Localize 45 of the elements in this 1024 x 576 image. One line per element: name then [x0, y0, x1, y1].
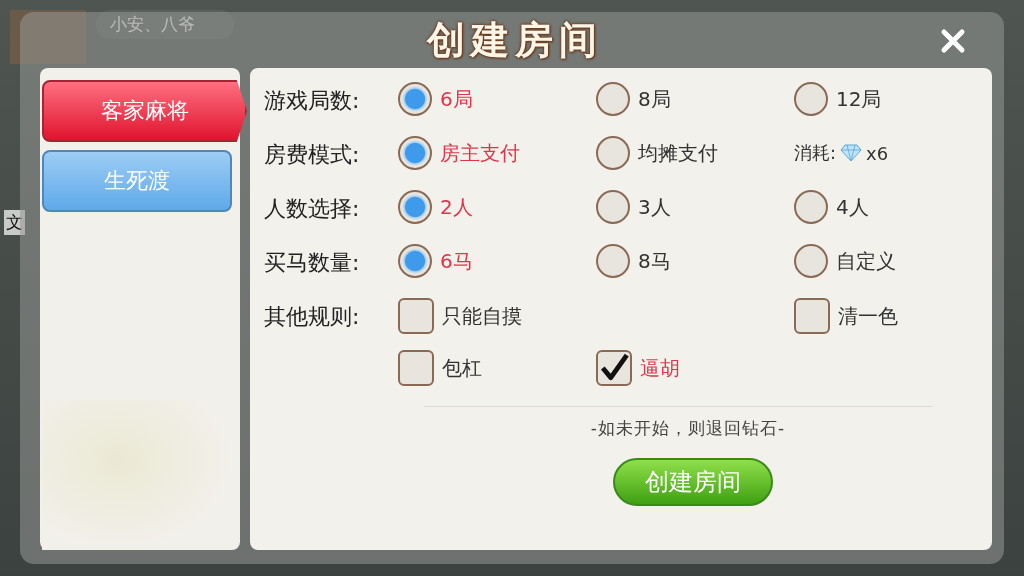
option-label: 逼胡	[640, 354, 680, 382]
diamond-icon	[840, 144, 863, 162]
rule-label: 房费模式:	[264, 141, 361, 169]
radio-button[interactable]	[596, 244, 630, 278]
radio-button[interactable]	[596, 136, 630, 170]
option-label: 6马	[440, 247, 473, 275]
game-tab[interactable]: 客家麻将	[42, 80, 247, 142]
option-label: 8马	[638, 247, 671, 275]
checkbox[interactable]	[398, 350, 434, 386]
option-label: 12局	[836, 85, 882, 113]
option-label: 均摊支付	[638, 139, 718, 167]
option-label: 3人	[638, 193, 671, 221]
radio-button[interactable]	[596, 82, 630, 116]
option-label: 清一色	[838, 302, 898, 330]
checkbox[interactable]	[794, 298, 830, 334]
option-label: 4人	[836, 193, 869, 221]
rule-label: 其他规则:	[264, 303, 361, 331]
cost-amount: x6	[866, 142, 889, 164]
option-label: 包杠	[442, 354, 482, 382]
rule-label: 游戏局数:	[264, 87, 361, 115]
option-label: 8局	[638, 85, 671, 113]
rule-label: 买马数量:	[264, 249, 361, 277]
checkbox[interactable]	[398, 298, 434, 334]
radio-button[interactable]	[398, 190, 432, 224]
create-room-button[interactable]: 创建房间	[613, 458, 773, 506]
radio-button[interactable]	[794, 82, 828, 116]
player-name: 小安、八爷	[96, 10, 234, 39]
radio-button[interactable]	[398, 82, 432, 116]
radio-button[interactable]	[794, 244, 828, 278]
radio-button[interactable]	[596, 190, 630, 224]
checkbox[interactable]	[596, 350, 632, 386]
radio-button[interactable]	[398, 244, 432, 278]
rule-label: 人数选择:	[264, 195, 361, 223]
option-label: 自定义	[836, 247, 896, 275]
game-tab[interactable]: 生死渡	[42, 150, 232, 212]
option-label: 2人	[440, 193, 473, 221]
background-text: 文	[4, 210, 25, 235]
dialog-title: 创建房间	[427, 15, 603, 64]
option-label: 6局	[440, 85, 473, 113]
option-label: 房主支付	[440, 139, 520, 167]
option-label: 只能自摸	[442, 302, 522, 330]
radio-button[interactable]	[794, 190, 828, 224]
refund-note: -如未开始，则退回钻石-	[589, 417, 787, 440]
radio-button[interactable]	[398, 136, 432, 170]
cost-label: 消耗:	[794, 141, 837, 165]
